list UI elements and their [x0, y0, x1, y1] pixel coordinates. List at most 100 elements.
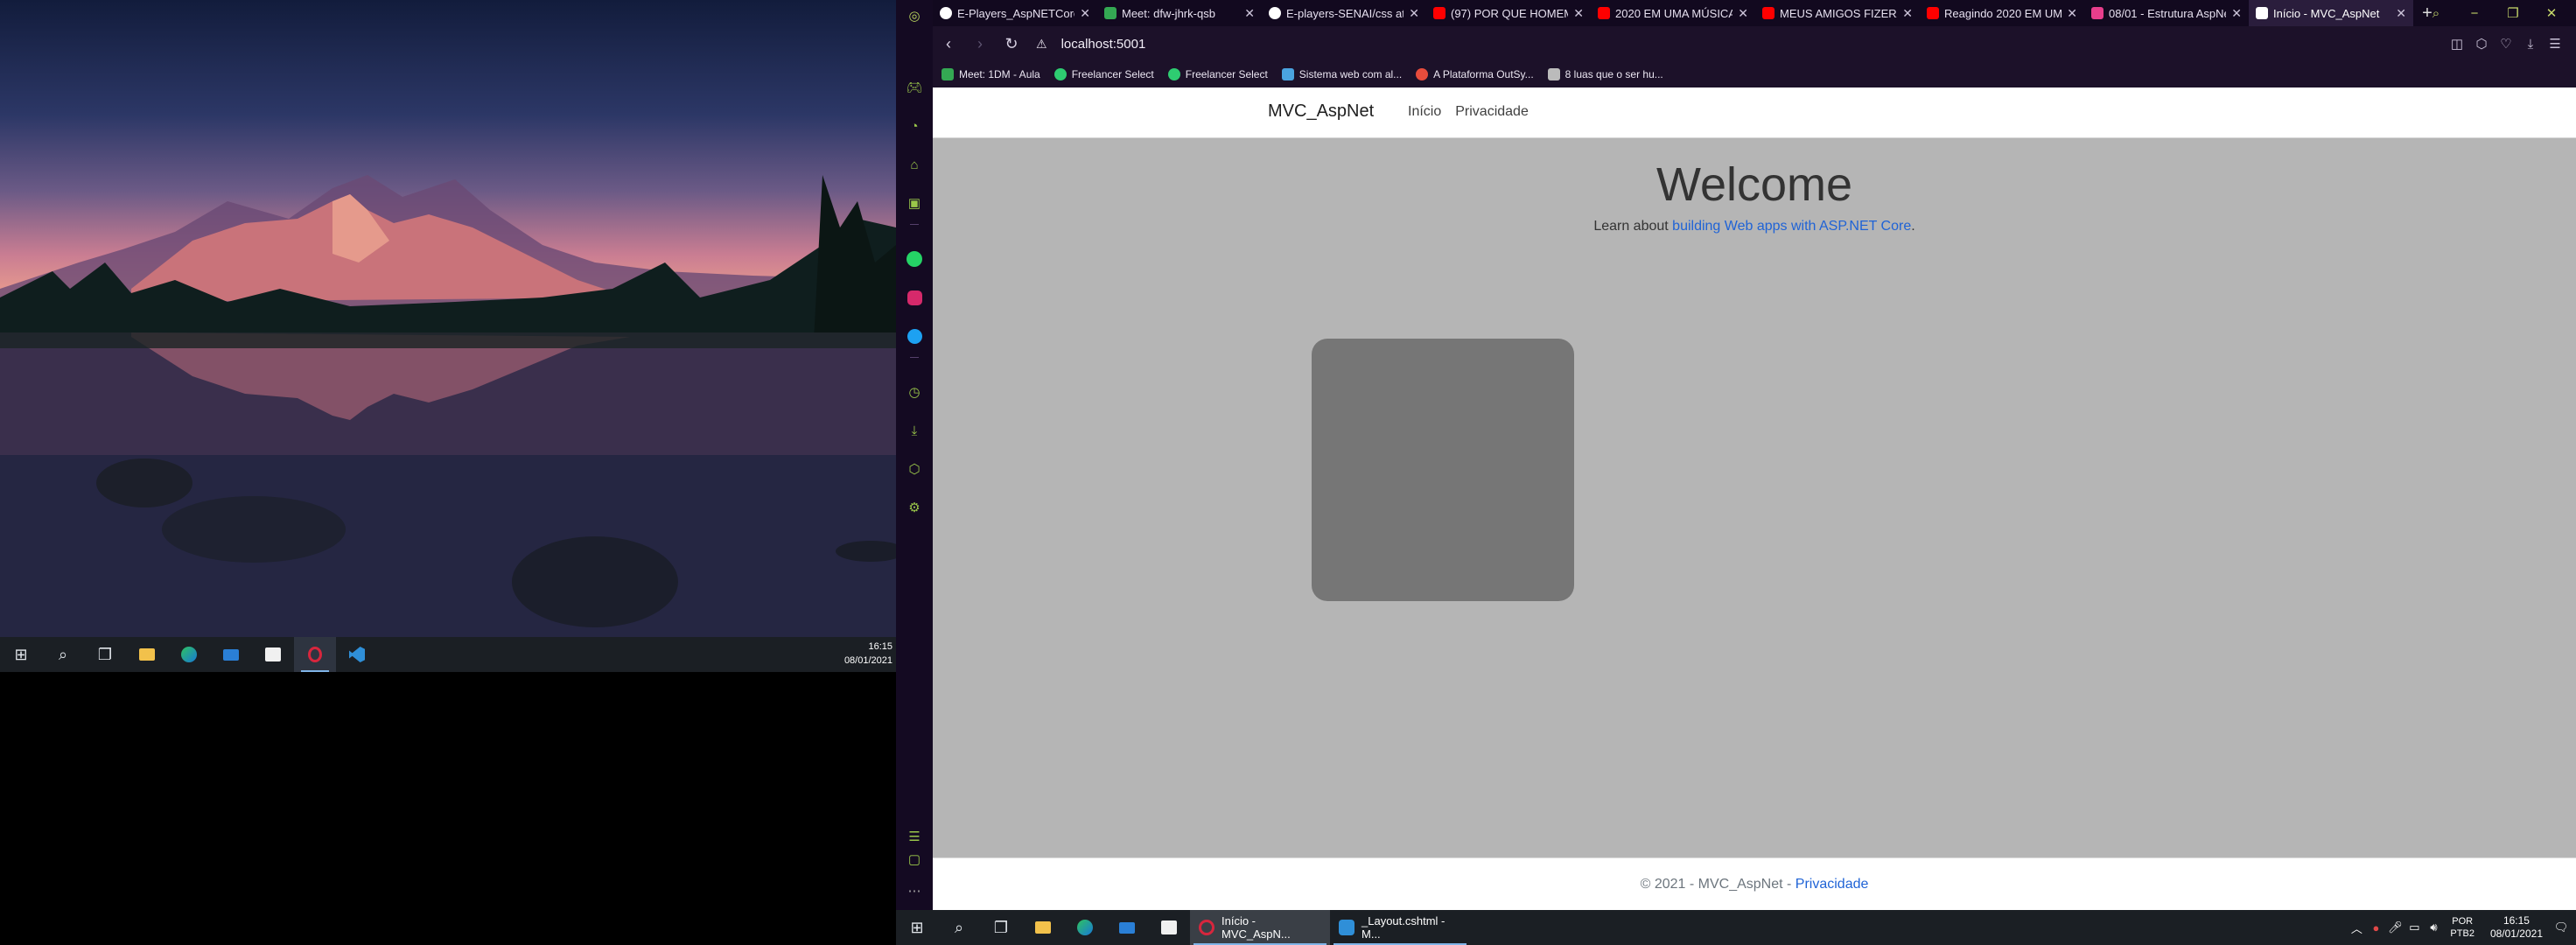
history-icon[interactable]: ◷ — [904, 382, 925, 402]
nav-link-inicio[interactable]: Início — [1408, 104, 1441, 120]
search-icon[interactable]: ⌕ — [938, 910, 980, 945]
file-explorer-icon[interactable] — [126, 637, 168, 672]
restore-icon[interactable]: ❐ — [2494, 5, 2532, 21]
web-icon — [1281, 68, 1294, 80]
task-view-icon[interactable]: ❐ — [84, 637, 126, 672]
extensions-icon[interactable]: ⬡ — [904, 458, 925, 480]
bookmark[interactable]: 8 luas que o ser hu... — [1547, 68, 1663, 80]
opera-menu-icon[interactable]: ◎ — [904, 5, 925, 26]
task-view-icon[interactable]: ❐ — [980, 910, 1022, 945]
right-taskbar: ⊞ ⌕ ❐ Início - MVC_AspN... _Layout.cshtm… — [896, 910, 2576, 945]
store-icon[interactable] — [1148, 910, 1190, 945]
close-icon[interactable]: ✕ — [2067, 6, 2077, 21]
tab[interactable]: Meet: dfw-jhrk-qsb ✕ — [1097, 0, 1262, 26]
outsystems-icon — [1416, 68, 1429, 80]
tab-strip: E-Players_AspNETCore/I ✕ Meet: dfw-jhrk-q… — [933, 0, 2576, 26]
gamepad-icon[interactable]: 🎮︎ — [904, 77, 925, 98]
close-icon[interactable]: ✕ — [1244, 6, 1255, 21]
back-button[interactable]: ‹ — [933, 26, 964, 61]
store-icon[interactable] — [252, 637, 294, 672]
language-indicator[interactable]: POR PTB2 — [2450, 915, 2474, 940]
search-tabs-icon[interactable]: ⌕ — [2417, 6, 2455, 21]
bookmark[interactable]: Freelancer Select — [1167, 68, 1268, 80]
close-icon[interactable]: ✕ — [1080, 6, 1090, 21]
tab[interactable]: E-Players_AspNETCore/I ✕ — [933, 0, 1097, 26]
snapshot-icon[interactable]: ◫ — [2445, 36, 2469, 52]
bag-icon[interactable]: ⌂ — [904, 154, 925, 175]
tab-active[interactable]: Início - MVC_AspNet ✕ — [2249, 0, 2413, 26]
learn-link[interactable]: building Web apps with ASP.NET Core — [1672, 219, 1911, 234]
edge-icon[interactable] — [168, 637, 210, 672]
tab[interactable]: 2020 EM UMA MÚSICA - ✕ — [1591, 0, 1755, 26]
doc-icon — [2091, 7, 2104, 19]
workspace-2-icon[interactable]: ▢ — [904, 849, 925, 870]
youtube-icon — [1762, 7, 1774, 19]
taskbar-app-opera[interactable]: Início - MVC_AspN... — [1190, 910, 1330, 945]
close-icon[interactable]: ✕ — [1409, 6, 1419, 21]
heart-icon[interactable]: ♡ — [2494, 36, 2518, 52]
nav-link-privacidade[interactable]: Privacidade — [1455, 104, 1529, 120]
easy-setup-icon[interactable]: ☰ — [2543, 36, 2567, 52]
more-icon[interactable]: ⋯ — [904, 880, 925, 901]
vscode-icon[interactable] — [336, 637, 378, 672]
opera-icon[interactable] — [294, 637, 336, 672]
warning-icon[interactable]: ⚠ — [1036, 37, 1047, 52]
taskbar-app-vscode[interactable]: _Layout.cshtml - M... — [1330, 910, 1470, 945]
microphone-icon[interactable]: 🎤︎ — [2385, 920, 2404, 934]
close-icon[interactable]: ✕ — [2396, 6, 2406, 21]
notifications-icon[interactable]: 🗨︎ — [2552, 920, 2571, 934]
taskbar-clock[interactable]: 16:15 08/01/2021 — [2490, 914, 2543, 941]
whatsapp-icon[interactable] — [904, 248, 925, 270]
close-icon[interactable]: ✕ — [2231, 6, 2242, 21]
antivirus-icon[interactable]: ● — [2366, 921, 2385, 934]
download-icon[interactable]: ⤓ — [2518, 37, 2543, 52]
chevron-up-icon[interactable]: ︿ — [2347, 920, 2366, 936]
learn-suffix: . — [1911, 219, 1915, 234]
close-icon[interactable]: ✕ — [1902, 6, 1913, 21]
reload-button[interactable]: ↻ — [996, 26, 1027, 61]
bookmark[interactable]: Freelancer Select — [1054, 68, 1154, 80]
bookmark[interactable]: A Plataforma OutSy... — [1416, 68, 1534, 80]
minimize-icon[interactable]: − — [2455, 6, 2494, 21]
bookmark[interactable]: Sistema web com al... — [1281, 68, 1402, 80]
forward-button[interactable]: › — [964, 26, 996, 61]
twitch-icon[interactable]: ▣ — [904, 192, 925, 214]
close-icon[interactable]: ✕ — [1738, 6, 1748, 21]
url-field[interactable]: localhost:5001 — [1061, 37, 1146, 52]
tab-title: 08/01 - Estrutura AspNe — [2109, 6, 2227, 20]
site-brand[interactable]: MVC_AspNet — [1268, 102, 1374, 122]
mail-icon[interactable] — [1106, 910, 1148, 945]
workspace-icon[interactable]: ☰ — [904, 826, 925, 847]
file-explorer-icon[interactable] — [1022, 910, 1064, 945]
meet-icon — [1104, 7, 1116, 19]
wallet-icon[interactable]: ⬡ — [2469, 36, 2494, 52]
windows-start-icon[interactable]: ⊞ — [896, 910, 938, 945]
tab[interactable]: 08/01 - Estrutura AspNe ✕ — [2084, 0, 2249, 26]
tab[interactable]: Reagindo 2020 EM UMA ✕ — [1920, 0, 2084, 26]
network-icon[interactable]: ▭ — [2404, 920, 2424, 934]
settings-icon[interactable]: ⚙ — [904, 497, 925, 518]
keyboard-layout: PTB2 — [2450, 928, 2474, 939]
tab-title: (97) POR QUE HOMEM N — [1451, 6, 1568, 20]
volume-icon[interactable]: 🔊︎ — [2424, 920, 2443, 934]
clock-date: 08/01/2021 — [2489, 928, 2543, 940]
close-icon[interactable]: ✕ — [1573, 6, 1584, 21]
windows-start-icon[interactable]: ⊞ — [0, 637, 42, 672]
twitter-icon[interactable] — [904, 326, 925, 346]
tab[interactable]: (97) POR QUE HOMEM N ✕ — [1426, 0, 1591, 26]
edge-icon[interactable] — [1064, 910, 1106, 945]
page-title: Welcome — [1656, 158, 1853, 211]
mail-icon[interactable] — [210, 637, 252, 672]
tab-title: MEUS AMIGOS FIZERAM — [1780, 6, 1897, 20]
speed-dial-icon[interactable]: ◔ — [904, 116, 925, 136]
footer-privacy-link[interactable]: Privacidade — [1796, 877, 1869, 892]
site-nav-links: Início Privacidade — [1408, 104, 1543, 120]
left-taskbar-clock[interactable]: 16:15 08/01/2021 — [844, 640, 892, 668]
tab[interactable]: MEUS AMIGOS FIZERAM ✕ — [1755, 0, 1920, 26]
bookmark[interactable]: Meet: 1DM - Aula — [942, 68, 1040, 80]
instagram-icon[interactable] — [904, 287, 925, 308]
downloads-icon[interactable]: ⤓ — [904, 420, 925, 441]
close-window-icon[interactable]: ✕ — [2532, 5, 2571, 21]
tab[interactable]: E-players-SENAI/css at m ✕ — [1262, 0, 1426, 26]
search-icon[interactable]: ⌕ — [42, 637, 84, 672]
